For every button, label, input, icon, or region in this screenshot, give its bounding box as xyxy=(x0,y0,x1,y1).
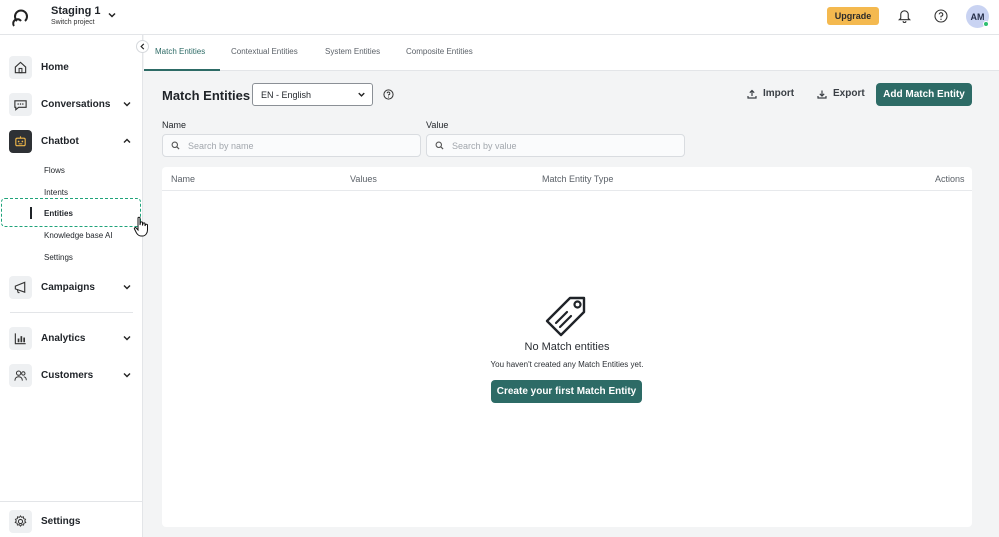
project-name: Staging 1 xyxy=(51,5,101,17)
sidebar-item-label: Campaigns xyxy=(41,281,95,293)
create-first-match-entity-button[interactable]: Create your first Match Entity xyxy=(491,380,642,403)
sidebar-item-customers[interactable]: Customers xyxy=(0,360,143,390)
export-label: Export xyxy=(833,88,865,99)
top-bar: Staging 1 Switch project Upgrade AM xyxy=(0,0,999,35)
table-header-divider xyxy=(162,190,972,191)
sidebar-item-label: Chatbot xyxy=(41,135,79,147)
sidebar-subitem-intents[interactable]: Intents xyxy=(44,188,68,197)
robot-icon xyxy=(9,129,32,153)
upload-icon xyxy=(747,89,757,99)
add-match-entity-button[interactable]: Add Match Entity xyxy=(876,83,972,106)
brand-logo-icon[interactable] xyxy=(10,6,32,28)
help-icon[interactable] xyxy=(383,89,394,100)
sidebar-subitem-entities[interactable]: Entities xyxy=(44,209,73,218)
chat-bubble-icon xyxy=(9,92,32,116)
import-label: Import xyxy=(763,88,795,99)
upgrade-button[interactable]: Upgrade xyxy=(827,7,879,25)
column-header-name[interactable]: Name xyxy=(171,174,195,184)
chevron-left-icon xyxy=(140,43,145,50)
value-search-field[interactable] xyxy=(426,134,685,157)
project-switch-label: Switch project xyxy=(51,19,95,26)
sidebar-item-conversations[interactable]: Conversations xyxy=(0,89,143,119)
import-button[interactable]: Import xyxy=(747,88,794,99)
entity-tabs: Match Entities Contextual Entities Syste… xyxy=(144,35,999,71)
sidebar-item-label: Customers xyxy=(41,369,94,381)
name-search-field[interactable] xyxy=(162,134,421,157)
name-filter-label: Name xyxy=(162,120,187,130)
tag-icon xyxy=(545,296,586,337)
help-icon[interactable] xyxy=(934,9,948,23)
sidebar-subitem-settings[interactable]: Settings xyxy=(44,253,73,262)
chevron-up-icon[interactable] xyxy=(122,136,132,146)
sidebar-subitem-flows[interactable]: Flows xyxy=(44,166,65,175)
language-select[interactable]: EN - English xyxy=(252,83,373,106)
sidebar-item-analytics[interactable]: Analytics xyxy=(0,323,143,353)
sidebar-subitem-knowledge-base-ai[interactable]: Knowledge base AI xyxy=(44,231,113,240)
home-icon xyxy=(9,55,32,79)
column-header-actions: Actions xyxy=(935,174,965,184)
tab-match-entities[interactable]: Match Entities xyxy=(155,47,205,56)
tab-contextual-entities[interactable]: Contextual Entities xyxy=(231,47,298,56)
sidebar-item-home[interactable]: Home xyxy=(0,52,143,82)
empty-state-title: No Match entities xyxy=(524,341,610,353)
tab-composite-entities[interactable]: Composite Entities xyxy=(406,47,473,56)
sidebar-item-label: Home xyxy=(41,61,69,73)
users-icon xyxy=(9,363,32,387)
download-icon xyxy=(817,90,827,99)
value-search-input[interactable] xyxy=(452,140,652,151)
sidebar-divider xyxy=(10,312,133,313)
chevron-down-icon[interactable] xyxy=(122,99,132,109)
chevron-down-icon[interactable] xyxy=(122,370,132,380)
sidebar-item-label: Conversations xyxy=(41,98,111,110)
megaphone-icon xyxy=(9,275,32,299)
search-icon xyxy=(171,141,180,150)
hand-pointer-icon xyxy=(133,216,148,237)
collapse-sidebar-button[interactable] xyxy=(136,40,149,53)
export-button[interactable]: Export xyxy=(817,88,865,99)
empty-state-subtitle: You haven't created any Match Entities y… xyxy=(490,360,644,369)
active-tab-indicator xyxy=(144,69,220,71)
sidebar-bottom-divider xyxy=(0,501,143,502)
sidebar-item-campaigns[interactable]: Campaigns xyxy=(0,272,143,302)
sidebar-item-settings[interactable]: Settings xyxy=(0,506,143,536)
language-select-value: EN - English xyxy=(261,89,312,100)
bell-icon[interactable] xyxy=(897,8,912,23)
sidebar-item-chatbot[interactable]: Chatbot xyxy=(0,126,143,156)
chevron-down-icon[interactable] xyxy=(122,282,132,292)
value-filter-label: Value xyxy=(426,120,449,130)
sidebar-item-label: Settings xyxy=(41,515,81,527)
column-header-values[interactable]: Values xyxy=(350,174,377,184)
project-switcher[interactable]: Staging 1 Switch project xyxy=(51,5,101,27)
bar-chart-icon xyxy=(9,326,32,350)
chevron-down-icon[interactable] xyxy=(106,9,118,21)
tab-system-entities[interactable]: System Entities xyxy=(325,47,380,56)
chevron-down-icon[interactable] xyxy=(122,333,132,343)
active-indicator xyxy=(30,207,32,219)
online-status-dot xyxy=(983,21,989,27)
name-search-input[interactable] xyxy=(188,140,388,151)
sidebar-item-label: Analytics xyxy=(41,332,86,344)
search-icon xyxy=(435,141,444,150)
column-header-match-entity-type[interactable]: Match Entity Type xyxy=(542,174,613,184)
chevron-down-icon[interactable] xyxy=(356,89,367,100)
page-title: Match Entities xyxy=(162,88,251,103)
gear-icon xyxy=(9,509,32,533)
